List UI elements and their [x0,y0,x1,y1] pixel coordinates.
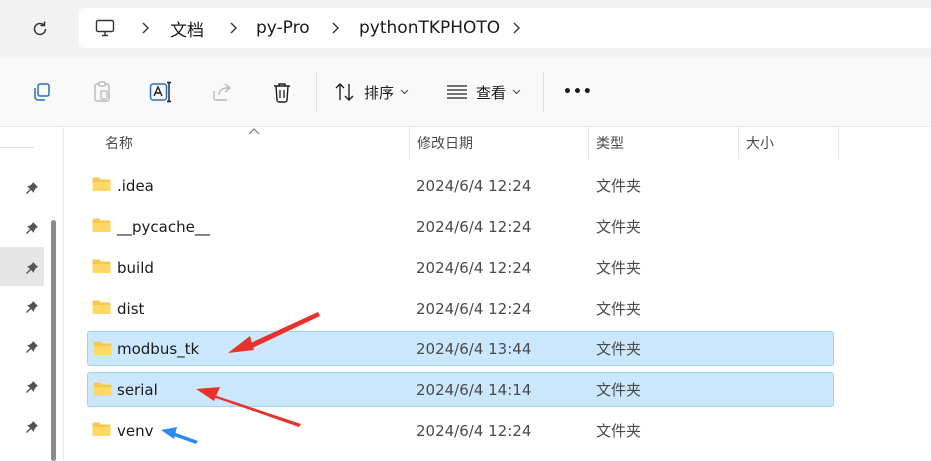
file-type: 文件夹 [596,340,642,358]
table-row[interactable]: __pycache__ 2024/6/4 12:24 文件夹 [87,209,834,244]
share-icon [213,83,232,101]
table-row-selected[interactable]: modbus_tk 2024/6/4 13:44 文件夹 [87,331,834,366]
column-header-date[interactable]: 修改日期 [410,127,588,159]
pin-icon[interactable] [24,180,40,196]
view-label: 查看 [476,83,507,102]
toolbar-divider [316,72,317,112]
folder-icon [92,422,111,436]
delete-button[interactable] [268,78,296,106]
sort-ascending-icon [248,128,260,135]
table-row-selected[interactable]: serial 2024/6/4 14:14 文件夹 [87,372,834,407]
column-header-size[interactable]: 大小 [739,127,838,159]
file-name: serial [117,380,158,399]
breadcrumb-documents[interactable]: 文档 [170,8,204,48]
command-bar: 排序 查看 ••• [0,58,931,127]
folder-icon [93,382,112,396]
column-header-type[interactable]: 类型 [589,127,738,159]
file-date: 2024/6/4 12:24 [416,258,532,277]
column-header-row: 名称 修改日期 类型 大小 [64,127,931,159]
rename-icon [149,81,171,103]
folder-icon [93,341,112,355]
folder-icon [92,259,111,273]
file-name: venv [117,421,154,440]
this-pc-button[interactable] [95,8,115,48]
rename-button[interactable] [147,78,175,106]
copy-button[interactable] [28,78,56,106]
file-name: build [117,258,154,277]
pin-icon[interactable] [24,220,40,236]
file-type: 文件夹 [596,422,642,440]
pin-icon[interactable] [24,379,40,395]
more-options-button[interactable]: ••• [563,78,593,106]
file-date: 2024/6/4 12:24 [416,421,532,440]
toolbar-divider [543,72,544,112]
copy-icon [34,83,50,101]
breadcrumb-pythontkphoto[interactable]: pythonTKPHOTO [359,8,500,48]
view-list-icon [447,85,467,99]
clipboard-icon [94,81,110,102]
refresh-button[interactable] [26,15,54,43]
column-divider[interactable] [838,127,839,159]
folder-icon [92,177,111,191]
sort-menu-button[interactable]: 排序 [334,78,409,106]
file-date: 2024/6/4 12:24 [416,217,532,236]
pin-icon[interactable] [24,299,40,315]
chevron-right-icon[interactable] [137,19,153,37]
paste-button[interactable] [88,78,116,106]
nav-scrollbar-thumb[interactable] [51,220,56,461]
address-bar-area: 文档 py-Pro pythonTKPHOTO [0,0,931,58]
file-type: 文件夹 [596,259,642,277]
nav-divider [0,147,34,148]
sort-label: 排序 [364,83,395,102]
chevron-down-icon [400,89,409,95]
file-date: 2024/6/4 12:24 [416,299,532,318]
folder-icon [92,218,111,232]
chevron-down-icon [512,89,521,95]
chevron-right-icon[interactable] [508,19,524,37]
chevron-right-icon[interactable] [225,19,241,37]
breadcrumb-py-pro[interactable]: py-Pro [256,8,310,48]
file-name: dist [117,299,145,318]
file-name: .idea [117,176,154,195]
share-button[interactable] [208,78,236,106]
folder-icon [92,300,111,314]
sort-icon [335,83,354,101]
file-date: 2024/6/4 14:14 [416,380,532,399]
file-name: modbus_tk [117,339,200,358]
file-type: 文件夹 [596,381,642,399]
chevron-right-icon[interactable] [327,19,343,37]
computer-icon [95,19,115,37]
table-row[interactable]: build 2024/6/4 12:24 文件夹 [87,250,834,285]
pin-icon[interactable] [24,339,40,355]
view-menu-button[interactable]: 查看 [446,78,521,106]
file-date: 2024/6/4 13:44 [416,339,532,358]
file-name: __pycache__ [117,217,210,236]
table-row[interactable]: venv 2024/6/4 12:24 文件夹 [87,413,834,448]
file-date: 2024/6/4 12:24 [416,176,532,195]
navigation-pane [0,127,64,461]
file-type: 文件夹 [596,218,642,236]
file-type: 文件夹 [596,300,642,318]
trash-icon [274,83,290,103]
table-row[interactable]: dist 2024/6/4 12:24 文件夹 [87,291,834,326]
address-field[interactable]: 文档 py-Pro pythonTKPHOTO [79,8,931,48]
refresh-icon [33,21,47,36]
table-row[interactable]: .idea 2024/6/4 12:24 文件夹 [87,168,834,203]
pin-icon[interactable] [24,419,40,435]
pin-icon[interactable] [24,260,40,276]
file-type: 文件夹 [596,177,642,195]
